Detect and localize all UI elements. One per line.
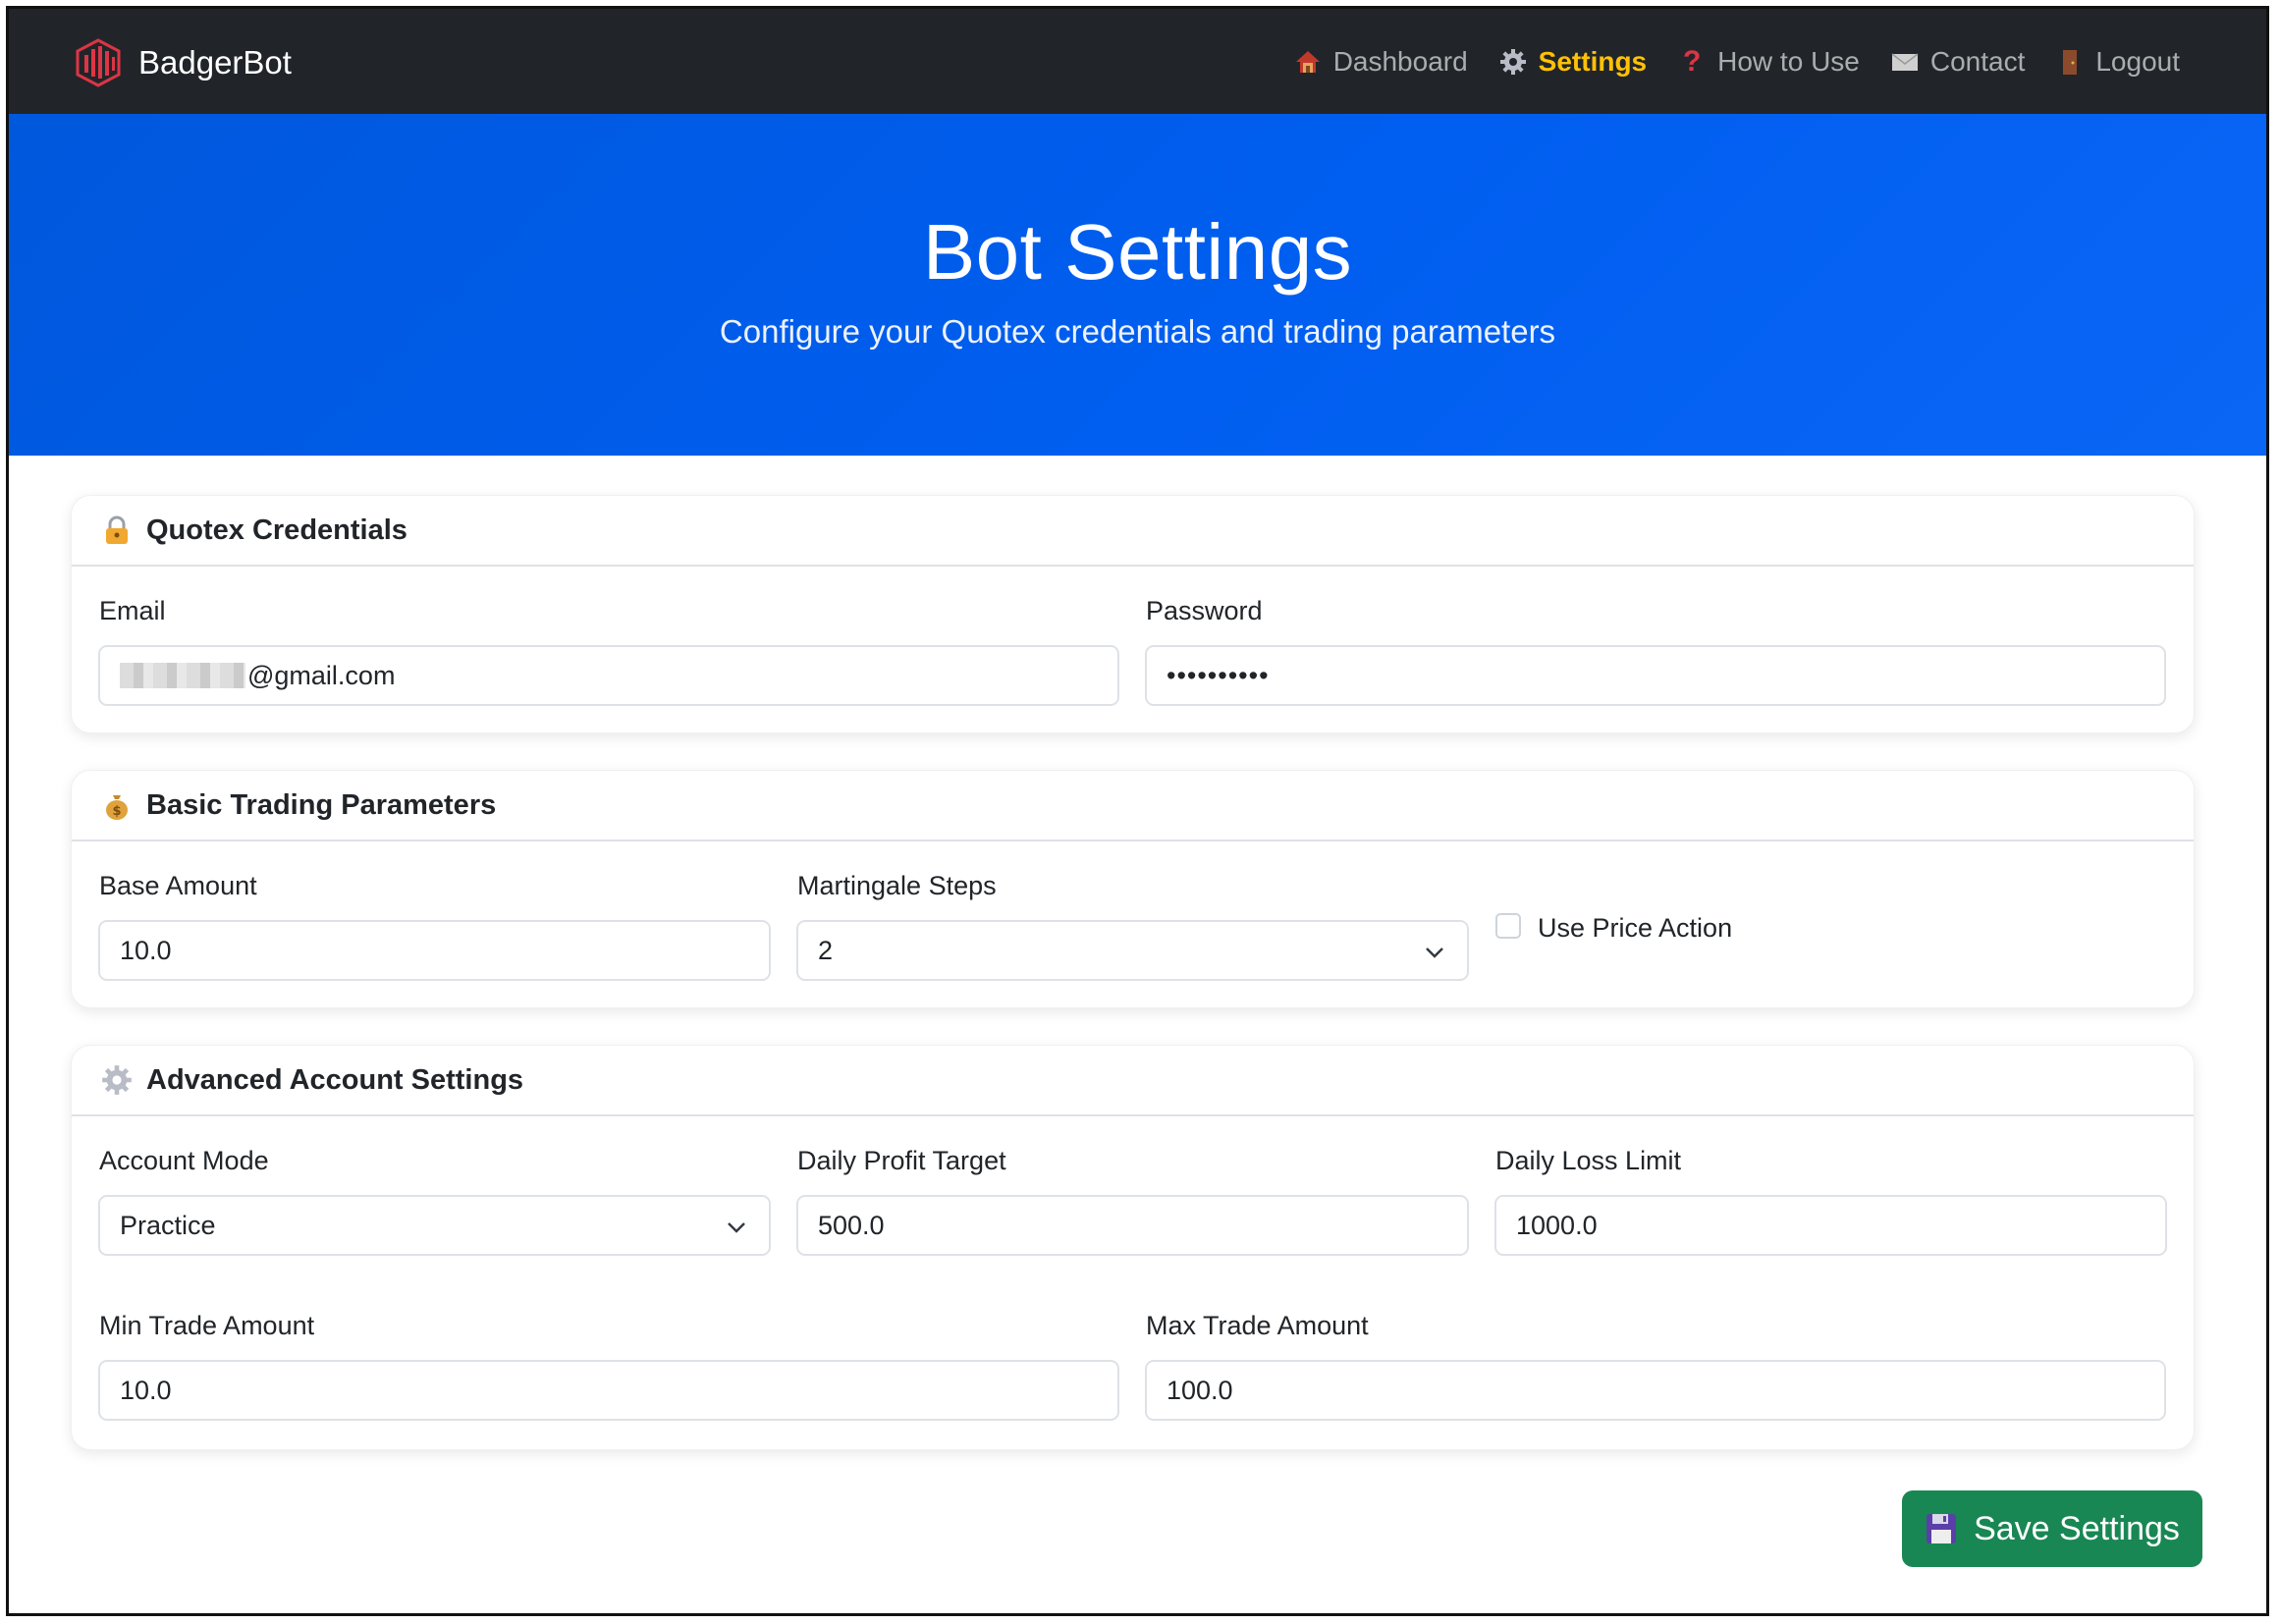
min-trade-amount-label: Min Trade Amount [99,1311,315,1340]
min-trade-amount-value: 10.0 [120,1375,172,1405]
gear-icon [102,1065,132,1095]
card-header: $ Basic Trading Parameters [72,771,2194,841]
question-icon: ? [1682,44,1702,78]
door-icon [2063,49,2078,75]
password-field[interactable]: •••••••••• [1145,645,2166,706]
hero-banner: Bot Settings Configure your Quotex crede… [9,114,2266,456]
money-bag-icon: $ [106,795,128,820]
svg-text:$: $ [112,804,121,819]
martingale-steps-value: 2 [818,935,834,965]
lock-icon [106,515,128,544]
advanced-settings-card: Advanced Account Settings Account Mode P… [71,1045,2195,1450]
nav-item-settings[interactable]: Settings [1499,46,1647,78]
save-settings-label: Save Settings [1974,1509,2180,1547]
card-header: Advanced Account Settings [72,1046,2194,1116]
password-label: Password [1146,596,1263,625]
account-mode-select[interactable]: Practice [98,1195,771,1256]
price-action-label[interactable]: Use Price Action [1538,913,1732,944]
brand[interactable]: BadgerBot [74,38,292,87]
password-value: •••••••••• [1167,660,1270,690]
floppy-disk-icon [1927,1514,1957,1543]
nav-label-contact: Contact [1929,45,2026,77]
email-label: Email [99,596,166,625]
email-value: @gmail.com [247,660,396,690]
envelope-icon [1891,52,1919,71]
redacted-username [120,663,245,688]
brand-name: BadgerBot [138,44,292,81]
nav-label-dashboard: Dashboard [1332,45,1468,77]
credentials-card: Quotex Credentials Email @gmail.com Pass… [71,495,2195,733]
chevron-down-icon [728,1222,745,1233]
card-title: Advanced Account Settings [146,1063,524,1096]
martingale-steps-select[interactable]: 2 [796,920,1469,981]
card-header: Quotex Credentials [72,496,2194,567]
base-amount-label: Base Amount [99,871,257,900]
account-mode-label: Account Mode [99,1146,269,1175]
max-trade-amount-value: 100.0 [1167,1375,1233,1405]
daily-loss-limit-label: Daily Loss Limit [1495,1146,1682,1175]
basic-trading-card: $ Basic Trading Parameters Base Amount 1… [71,770,2195,1008]
badger-logo-icon [76,38,121,87]
max-trade-amount-label: Max Trade Amount [1146,1311,1369,1340]
daily-loss-limit-input[interactable]: 1000.0 [1494,1195,2167,1256]
email-field[interactable]: @gmail.com [98,645,1119,706]
nav-label-how-to-use: How to Use [1717,45,1860,77]
main-nav: Dashboard Settings ? How to Use Contact … [1294,9,2180,114]
price-action-checkbox[interactable] [1495,913,1521,939]
nav-item-dashboard[interactable]: Dashboard [1294,46,1468,78]
nav-item-contact[interactable]: Contact [1891,45,2026,78]
martingale-steps-label: Martingale Steps [797,871,997,900]
house-icon [1295,50,1320,73]
chevron-down-icon [1426,947,1443,958]
nav-item-how-to-use[interactable]: ? How to Use [1678,46,1860,78]
save-settings-button[interactable]: Save Settings [1902,1490,2202,1567]
daily-loss-limit-value: 1000.0 [1516,1210,1598,1240]
card-title: Quotex Credentials [146,514,407,546]
nav-label-settings: Settings [1538,45,1648,77]
nav-item-logout[interactable]: Logout [2056,46,2180,78]
app-window: BadgerBot Dashboard Settings ? How to Us… [6,6,2269,1616]
account-mode-value: Practice [120,1210,216,1240]
daily-profit-target-input[interactable]: 500.0 [796,1195,1469,1256]
min-trade-amount-input[interactable]: 10.0 [98,1360,1119,1421]
daily-profit-target-value: 500.0 [818,1210,885,1240]
card-title: Basic Trading Parameters [146,788,497,821]
page-title: Bot Settings [922,208,1353,296]
daily-profit-target-label: Daily Profit Target [797,1146,1006,1175]
base-amount-value: 10.0 [120,935,172,965]
max-trade-amount-input[interactable]: 100.0 [1145,1360,2166,1421]
top-navbar: BadgerBot Dashboard Settings ? How to Us… [9,9,2266,114]
nav-label-logout: Logout [2095,45,2180,77]
gear-icon [1499,48,1526,75]
base-amount-input[interactable]: 10.0 [98,920,771,981]
page-subtitle: Configure your Quotex credentials and tr… [719,313,1556,350]
